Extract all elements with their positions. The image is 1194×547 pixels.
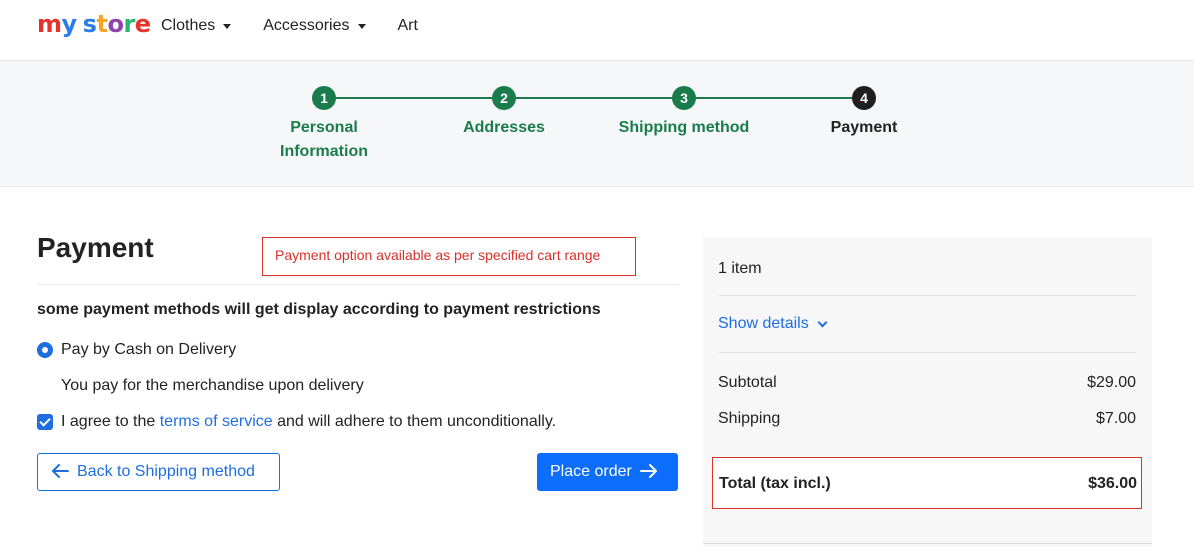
logo-letter: t <box>96 10 108 38</box>
main-nav: Clothes Accessories Art <box>161 0 450 52</box>
step-label: Payment <box>830 119 898 136</box>
divider <box>718 352 1136 353</box>
logo-letter: m <box>37 10 62 38</box>
store-logo[interactable]: my store <box>37 10 151 38</box>
nav-item-art[interactable]: Art <box>398 17 418 35</box>
logo-letter: y <box>61 10 78 38</box>
button-label: Place order <box>550 463 632 480</box>
total-label: Total (tax incl.) <box>719 475 831 492</box>
step-shipping-method[interactable]: 3 Shipping method <box>594 86 774 140</box>
divider <box>703 543 1152 544</box>
step-payment: 4 Payment <box>774 86 954 140</box>
nav-item-label: Accessories <box>263 17 350 34</box>
site-header: my store Clothes Accessories Art <box>0 0 1194 61</box>
step-personal-information[interactable]: 1 Personal Information <box>234 86 414 164</box>
arrow-left-icon <box>52 463 69 481</box>
terms-text: I agree to the <box>61 413 160 430</box>
payment-option-description: You pay for the merchandise upon deliver… <box>61 377 364 394</box>
payment-option-cod[interactable]: Pay by Cash on Delivery <box>37 341 236 359</box>
step-label: Addresses <box>463 119 545 136</box>
terms-of-service-link[interactable]: terms of service <box>160 413 273 431</box>
logo-letter: r <box>123 10 135 38</box>
total-highlight-box: Total (tax incl.) $36.00 <box>712 457 1142 509</box>
nav-item-label: Clothes <box>161 17 216 34</box>
chevron-down-icon <box>817 317 828 327</box>
nav-item-label: Art <box>397 17 418 34</box>
step-number-badge: 3 <box>672 86 696 110</box>
step-number-badge: 1 <box>312 86 336 110</box>
cart-summary: 1 item Show details Subtotal $29.00 Ship… <box>703 237 1152 547</box>
payment-notice-banner: Payment option available as per specifie… <box>262 237 636 276</box>
terms-checkbox[interactable] <box>37 414 53 430</box>
subtotal-value: $29.00 <box>1087 374 1136 391</box>
button-label: Back to Shipping method <box>77 463 255 480</box>
place-order-button[interactable]: Place order <box>537 453 678 491</box>
arrow-right-icon <box>639 463 657 481</box>
payment-restriction-text: some payment methods will get display ac… <box>37 301 601 318</box>
subtotal-row: Subtotal $29.00 <box>718 374 1136 392</box>
radio-selected-icon[interactable] <box>37 342 53 358</box>
terms-agreement: I agree to the terms of service and will… <box>37 413 556 431</box>
total-row: Total (tax incl.) $36.00 <box>719 475 1137 493</box>
total-value: $36.00 <box>1088 475 1137 492</box>
logo-letter: s <box>82 10 97 38</box>
logo-letter: o <box>107 10 124 38</box>
nav-item-accessories[interactable]: Accessories <box>263 17 366 35</box>
show-details-label: Show details <box>718 315 809 332</box>
caret-down-icon <box>357 24 366 29</box>
caret-down-icon <box>223 24 232 29</box>
payment-option-label: Pay by Cash on Delivery <box>61 341 237 358</box>
shipping-row: Shipping $7.00 <box>718 410 1136 428</box>
step-number-badge: 2 <box>492 86 516 110</box>
logo-letter: e <box>134 10 151 38</box>
step-label: Personal Information <box>234 116 414 164</box>
step-number-badge: 4 <box>852 86 876 110</box>
show-details-toggle[interactable]: Show details <box>718 315 828 333</box>
shipping-value: $7.00 <box>1095 410 1136 427</box>
step-label: Shipping method <box>618 119 750 136</box>
cart-item-count: 1 item <box>718 260 762 277</box>
terms-text: and will adhere to them unconditionally. <box>272 413 557 430</box>
page-title: Payment <box>37 232 154 263</box>
shipping-label: Shipping <box>718 410 781 427</box>
divider <box>718 295 1136 296</box>
divider <box>37 284 679 285</box>
back-to-shipping-button[interactable]: Back to Shipping method <box>37 453 280 491</box>
subtotal-label: Subtotal <box>718 374 777 391</box>
nav-item-clothes[interactable]: Clothes <box>161 17 232 35</box>
step-addresses[interactable]: 2 Addresses <box>414 86 594 140</box>
step-label-line: Information <box>280 143 368 160</box>
step-label-line: Personal <box>290 119 358 136</box>
checkout-stepper: 1 Personal Information 2 Addresses 3 Shi… <box>0 61 1194 187</box>
